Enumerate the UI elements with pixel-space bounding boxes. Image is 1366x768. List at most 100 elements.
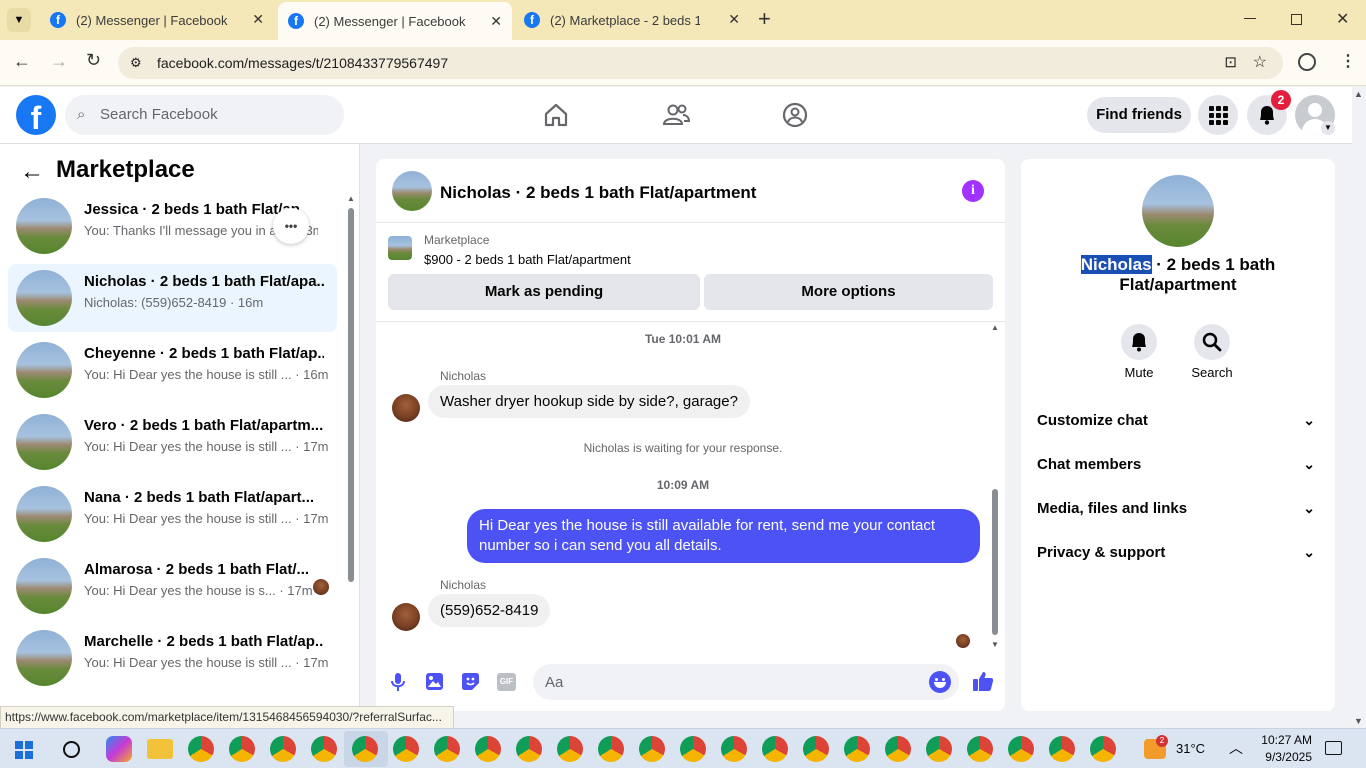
search-placeholder: Search Facebook (100, 106, 218, 123)
find-friends-button[interactable]: Find friends (1087, 97, 1191, 133)
page-scrollbar[interactable]: ▲ ▼ (1352, 87, 1366, 728)
chrome-profile-icon[interactable] (639, 736, 665, 762)
close-tab-icon[interactable]: ✕ (252, 11, 264, 28)
listing-thumbnail (16, 270, 72, 326)
browser-menu-icon[interactable]: ⋮ (1340, 51, 1356, 71)
account-chevron-icon[interactable]: ▼ (1321, 121, 1335, 135)
bookmark-star-icon[interactable]: ☆ (1253, 47, 1267, 79)
restore-window-icon[interactable] (1291, 14, 1302, 25)
profile-icon[interactable] (1298, 53, 1316, 71)
new-tab-button[interactable]: + (758, 6, 771, 32)
sender-avatar[interactable] (392, 603, 420, 631)
conversation-item[interactable]: Cheyenne · 2 beds 1 bath Flat/ap... You:… (8, 336, 337, 404)
search-circle-icon[interactable] (63, 741, 80, 758)
conversation-info-icon[interactable]: i (962, 180, 984, 202)
close-tab-icon[interactable]: ✕ (490, 13, 502, 30)
more-options-button[interactable]: More options (704, 274, 993, 310)
chrome-profile-icon-active[interactable] (352, 736, 378, 762)
chrome-profile-icon[interactable] (1049, 736, 1075, 762)
chrome-profile-icon[interactable] (1008, 736, 1034, 762)
conversation-more-button[interactable]: ••• (273, 208, 309, 244)
profile-avatar[interactable] (1142, 175, 1214, 247)
mark-as-pending-button[interactable]: Mark as pending (388, 274, 700, 310)
conversation-item[interactable]: Vero · 2 beds 1 bath Flat/apartm... You:… (8, 408, 337, 476)
emoji-icon[interactable] (929, 671, 951, 693)
friends-nav-icon[interactable] (662, 102, 690, 128)
clock-date[interactable]: 9/3/2025 (1256, 750, 1312, 764)
forward-icon[interactable]: → (50, 51, 68, 72)
chat-avatar[interactable] (392, 171, 432, 211)
chrome-profile-icon[interactable] (557, 736, 583, 762)
groups-nav-icon[interactable] (782, 102, 808, 128)
browser-tab-3[interactable]: f (2) Marketplace - 2 beds 1 bath ✕ (514, 0, 750, 40)
customize-chat-section[interactable]: Customize chat ⌄ (1037, 412, 1319, 436)
sticker-icon[interactable] (461, 672, 480, 691)
chrome-profile-icon[interactable] (721, 736, 747, 762)
chrome-profile-icon[interactable] (598, 736, 624, 762)
chrome-profile-icon[interactable] (844, 736, 870, 762)
url-bar[interactable]: ⚙ facebook.com/messages/t/21084337795674… (118, 47, 1283, 79)
chrome-profile-icon[interactable] (803, 736, 829, 762)
install-app-icon[interactable]: ⊡ (1224, 47, 1237, 79)
listing-title[interactable]: $900 - 2 beds 1 bath Flat/apartment (424, 252, 631, 267)
photo-attach-icon[interactable] (425, 672, 444, 691)
chrome-profile-icon[interactable] (885, 736, 911, 762)
chat-title[interactable]: Nicholas · 2 beds 1 bath Flat/apartment (440, 183, 756, 203)
chat-scrollbar[interactable]: ▲ ▼ (990, 323, 1000, 649)
close-tab-icon[interactable]: ✕ (728, 11, 740, 28)
chrome-profile-icon[interactable] (1090, 736, 1116, 762)
close-window-icon[interactable]: ✕ (1336, 9, 1349, 29)
privacy-support-section[interactable]: Privacy & support ⌄ (1037, 544, 1319, 568)
listing-thumbnail[interactable] (388, 236, 412, 260)
chat-members-section[interactable]: Chat members ⌄ (1037, 456, 1319, 480)
weather-temperature[interactable]: 31°C (1176, 741, 1205, 756)
chrome-profile-icon[interactable] (311, 736, 337, 762)
chrome-profile-icon[interactable] (393, 736, 419, 762)
reload-icon[interactable]: ↻ (86, 50, 101, 71)
chrome-profile-icon[interactable] (926, 736, 952, 762)
windows-start-icon[interactable] (15, 741, 33, 759)
chrome-profile-icon[interactable] (434, 736, 460, 762)
home-nav-icon[interactable] (543, 102, 569, 128)
minimize-window-icon[interactable] (1244, 18, 1256, 19)
conversation-item[interactable]: Jessica · 2 beds 1 bath Flat/apartment Y… (8, 192, 337, 260)
tab-search-button[interactable]: ▼ (7, 8, 31, 32)
chrome-profile-icon[interactable] (967, 736, 993, 762)
weather-badge: 2 (1156, 735, 1168, 747)
facebook-search-input[interactable]: ⌕ Search Facebook (65, 95, 344, 135)
chrome-profile-icon[interactable] (229, 736, 255, 762)
chrome-profile-icon[interactable] (762, 736, 788, 762)
like-thumbs-up-icon[interactable] (972, 670, 994, 692)
clock-time[interactable]: 10:27 AM (1256, 733, 1312, 747)
conversation-item[interactable]: Almarosa · 2 beds 1 bath Flat/... You: H… (8, 552, 337, 620)
media-files-links-section[interactable]: Media, files and links ⌄ (1037, 500, 1319, 524)
notification-center-icon[interactable] (1325, 741, 1342, 755)
copilot-icon[interactable] (106, 736, 132, 762)
chrome-profile-icon[interactable] (516, 736, 542, 762)
file-explorer-icon[interactable] (147, 739, 173, 759)
site-info-icon[interactable]: ⚙ (130, 47, 142, 79)
listing-card: Marketplace $900 - 2 beds 1 bath Flat/ap… (376, 224, 1005, 322)
chrome-profile-icon[interactable] (680, 736, 706, 762)
back-icon[interactable]: ← (13, 51, 31, 72)
menu-grid-button[interactable] (1198, 95, 1238, 135)
chrome-icon[interactable] (188, 736, 214, 762)
system-tray-chevron-icon[interactable]: ︿ (1229, 738, 1243, 758)
sender-avatar[interactable] (392, 394, 420, 422)
chrome-profile-icon[interactable] (270, 736, 296, 762)
browser-tab-2-active[interactable]: f (2) Messenger | Facebook ✕ (278, 2, 512, 40)
conversation-list-scrollbar[interactable]: ▲ (346, 194, 356, 706)
conversation-item[interactable]: Nana · 2 beds 1 bath Flat/apart... You: … (8, 480, 337, 548)
conversation-item[interactable]: Marchelle · 2 beds 1 bath Flat/ap... You… (8, 624, 337, 692)
chrome-profile-icon[interactable] (475, 736, 501, 762)
facebook-logo-icon[interactable]: f (16, 95, 56, 135)
search-in-conversation-button[interactable] (1194, 324, 1230, 360)
facebook-favicon-icon: f (50, 12, 66, 28)
mute-button[interactable] (1121, 324, 1157, 360)
back-arrow-icon[interactable]: ← (20, 158, 44, 186)
message-input[interactable]: Aa (533, 664, 959, 700)
microphone-icon[interactable] (390, 672, 406, 692)
browser-tab-1[interactable]: f (2) Messenger | Facebook ✕ (40, 0, 274, 40)
gif-icon[interactable]: GIF (497, 673, 516, 691)
conversation-item-selected[interactable]: Nicholas · 2 beds 1 bath Flat/apa... Nic… (8, 264, 337, 332)
